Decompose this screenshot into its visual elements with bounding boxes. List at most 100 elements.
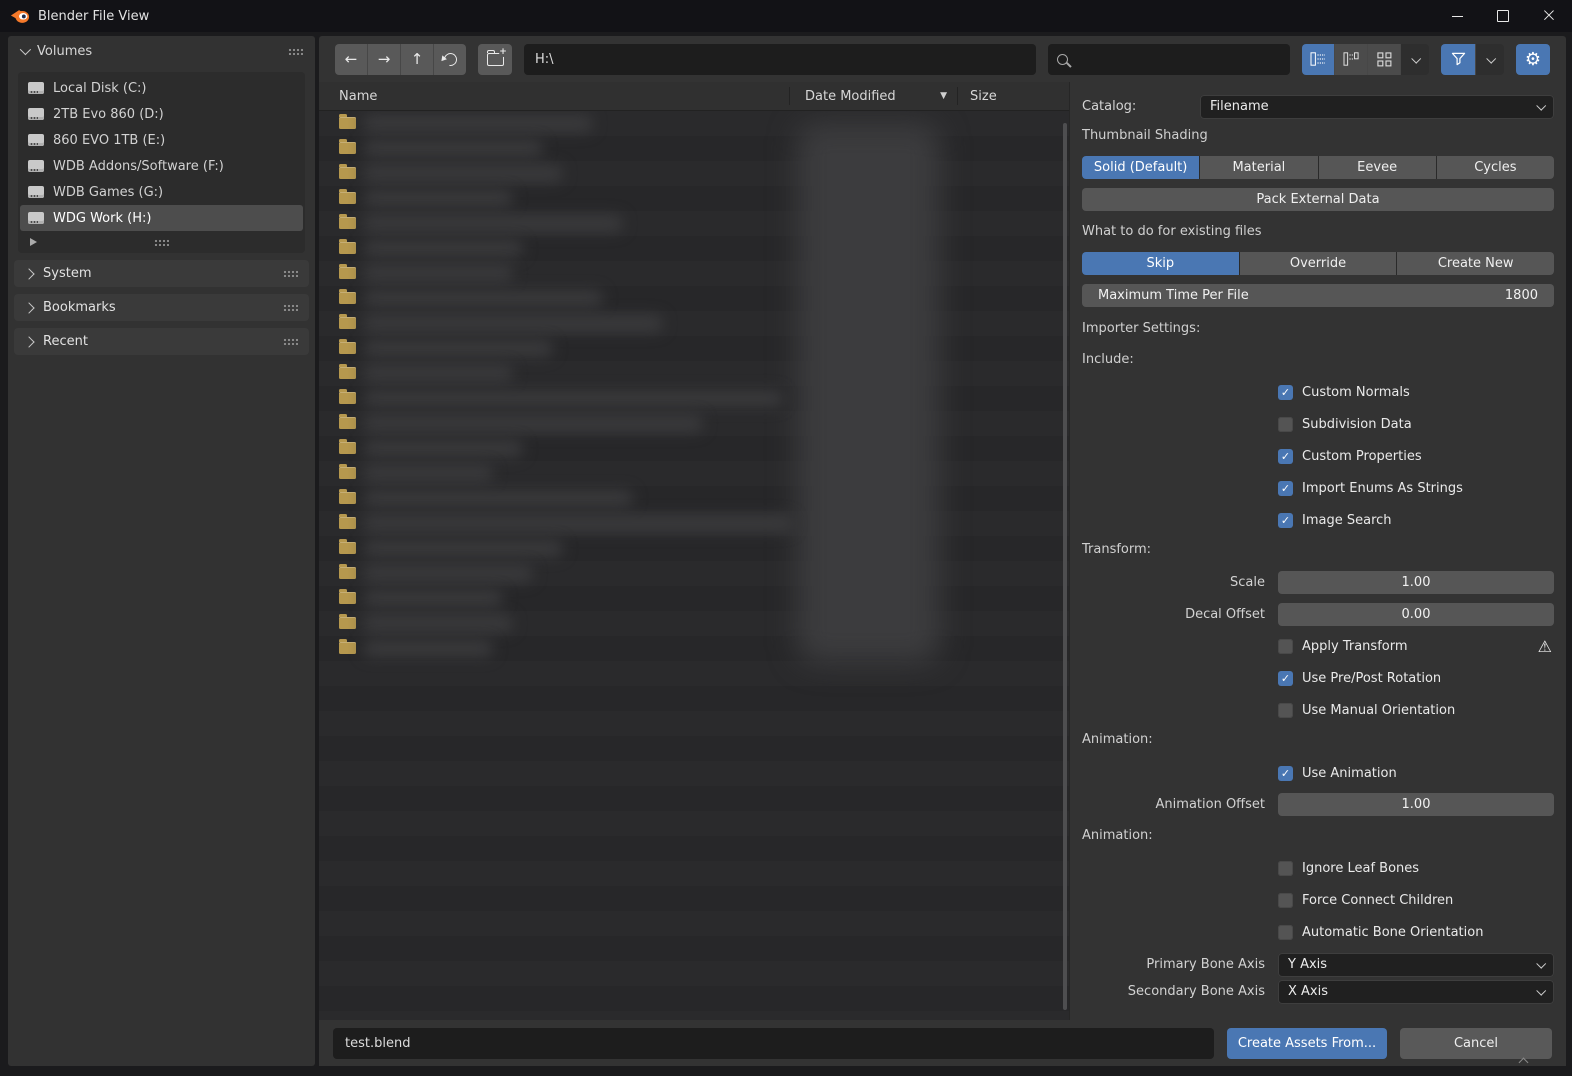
parent-directory-button[interactable]: ↑: [400, 44, 433, 75]
filename-input[interactable]: [333, 1028, 1214, 1059]
apply-transform-checkbox[interactable]: [1278, 639, 1293, 654]
segment-material[interactable]: Material: [1200, 156, 1317, 179]
sidebar-item-system[interactable]: System: [14, 260, 309, 287]
include-label: Include:: [1082, 351, 1554, 369]
max-time-per-file-slider[interactable]: Maximum Time Per File 1800: [1082, 284, 1554, 307]
chevron-down-icon: [1486, 53, 1496, 63]
disk-drive-icon: [28, 134, 44, 146]
new-folder-button[interactable]: +: [478, 44, 512, 75]
column-header-size[interactable]: Size: [958, 89, 1069, 104]
custom-normals-checkbox[interactable]: [1278, 385, 1293, 400]
cancel-button[interactable]: Cancel: [1400, 1028, 1552, 1059]
animation-offset-field[interactable]: 1.00: [1278, 793, 1554, 816]
file-row[interactable]: [319, 561, 1069, 586]
segment-solid-default[interactable]: Solid (Default): [1082, 156, 1199, 179]
use-pre-post-rotation-checkbox[interactable]: [1278, 671, 1293, 686]
create-assets-button[interactable]: Create Assets From...: [1227, 1028, 1387, 1059]
primary-bone-axis-dropdown[interactable]: Y Axis: [1278, 953, 1554, 977]
file-row[interactable]: [319, 586, 1069, 611]
path-input[interactable]: H:\: [524, 44, 1036, 75]
forward-button[interactable]: →: [367, 44, 400, 75]
settings-button[interactable]: ⚙: [1516, 44, 1550, 75]
drive-item-f[interactable]: WDB Addons/Software (F:): [20, 153, 303, 179]
drive-item-e[interactable]: 860 EVO 1TB (E:): [20, 127, 303, 153]
file-list-body[interactable]: [319, 111, 1069, 1020]
segment-eevee[interactable]: Eevee: [1319, 156, 1436, 179]
automatic-bone-orientation-checkbox[interactable]: [1278, 925, 1293, 940]
file-row[interactable]: [319, 211, 1069, 236]
segment-create-new[interactable]: Create New: [1397, 252, 1554, 275]
maximize-button[interactable]: [1480, 0, 1526, 32]
file-row[interactable]: [319, 286, 1069, 311]
blurred-filename: [363, 240, 523, 257]
chevron-down-icon: [1411, 53, 1421, 63]
file-row[interactable]: [319, 486, 1069, 511]
window-resize-grip[interactable]: [1520, 1057, 1528, 1065]
vertical-list-view-button[interactable]: [1302, 44, 1334, 75]
sidebar-item-bookmarks[interactable]: Bookmarks: [14, 294, 309, 321]
ignore-leaf-bones-checkbox[interactable]: [1278, 861, 1293, 876]
folder-icon: [339, 492, 356, 504]
scale-field[interactable]: 1.00: [1278, 571, 1554, 594]
blurred-filename: [363, 490, 633, 507]
import-enums-checkbox[interactable]: [1278, 481, 1293, 496]
title-bar: Blender File View ×: [0, 0, 1572, 32]
subdivision-data-checkbox[interactable]: [1278, 417, 1293, 432]
grip-handle-icon[interactable]: [283, 270, 298, 277]
file-row[interactable]: [319, 111, 1069, 136]
file-row[interactable]: [319, 311, 1069, 336]
file-row[interactable]: [319, 386, 1069, 411]
expand-arrow-icon[interactable]: [30, 238, 37, 246]
file-row[interactable]: [319, 261, 1069, 286]
use-manual-orientation-checkbox[interactable]: [1278, 703, 1293, 718]
image-search-checkbox[interactable]: [1278, 513, 1293, 528]
up-arrow-icon: ↑: [411, 50, 424, 68]
segment-cycles[interactable]: Cycles: [1437, 156, 1554, 179]
checkbox-label: Subdivision Data: [1302, 417, 1412, 432]
secondary-bone-axis-dropdown[interactable]: X Axis: [1278, 980, 1554, 1004]
thumbnail-view-button[interactable]: [1367, 44, 1400, 75]
file-row[interactable]: [319, 236, 1069, 261]
file-row[interactable]: [319, 611, 1069, 636]
display-settings-dropdown[interactable]: [1400, 44, 1429, 75]
refresh-button[interactable]: [433, 44, 466, 75]
force-connect-children-checkbox[interactable]: [1278, 893, 1293, 908]
segment-override[interactable]: Override: [1240, 252, 1397, 275]
grip-handle-icon[interactable]: [288, 48, 303, 55]
volumes-section-header[interactable]: Volumes: [8, 36, 315, 66]
filter-button[interactable]: [1441, 44, 1475, 75]
file-row[interactable]: [319, 361, 1069, 386]
pack-external-data-button[interactable]: Pack External Data: [1082, 188, 1554, 211]
column-header-date-modified[interactable]: Date Modified ▼: [790, 89, 957, 104]
catalog-dropdown[interactable]: Filename: [1200, 95, 1554, 119]
sidebar-item-recent[interactable]: Recent: [14, 328, 309, 355]
resize-grip-icon[interactable]: [154, 239, 169, 246]
file-row[interactable]: [319, 636, 1069, 661]
close-button[interactable]: ×: [1526, 0, 1572, 32]
column-header-name[interactable]: Name: [319, 89, 789, 104]
search-input[interactable]: [1048, 44, 1290, 75]
file-row[interactable]: [319, 336, 1069, 361]
grip-handle-icon[interactable]: [283, 304, 298, 311]
back-button[interactable]: ←: [335, 44, 367, 75]
file-row[interactable]: [319, 186, 1069, 211]
file-row[interactable]: [319, 536, 1069, 561]
use-animation-checkbox[interactable]: [1278, 766, 1293, 781]
file-row[interactable]: [319, 161, 1069, 186]
drive-item-d[interactable]: 2TB Evo 860 (D:): [20, 101, 303, 127]
drive-item-g[interactable]: WDB Games (G:): [20, 179, 303, 205]
file-row[interactable]: [319, 461, 1069, 486]
file-row[interactable]: [319, 411, 1069, 436]
drive-item-c[interactable]: Local Disk (C:): [20, 75, 303, 101]
grip-handle-icon[interactable]: [283, 338, 298, 345]
file-row[interactable]: [319, 511, 1069, 536]
file-row[interactable]: [319, 136, 1069, 161]
minimize-button[interactable]: [1434, 0, 1480, 32]
decal-offset-field[interactable]: 0.00: [1278, 603, 1554, 626]
segment-skip[interactable]: Skip: [1082, 252, 1239, 275]
file-row[interactable]: [319, 436, 1069, 461]
filter-settings-dropdown[interactable]: [1475, 44, 1504, 75]
drive-item-h[interactable]: WDG Work (H:): [20, 205, 303, 231]
custom-properties-checkbox[interactable]: [1278, 449, 1293, 464]
horizontal-list-view-button[interactable]: [1334, 44, 1367, 75]
